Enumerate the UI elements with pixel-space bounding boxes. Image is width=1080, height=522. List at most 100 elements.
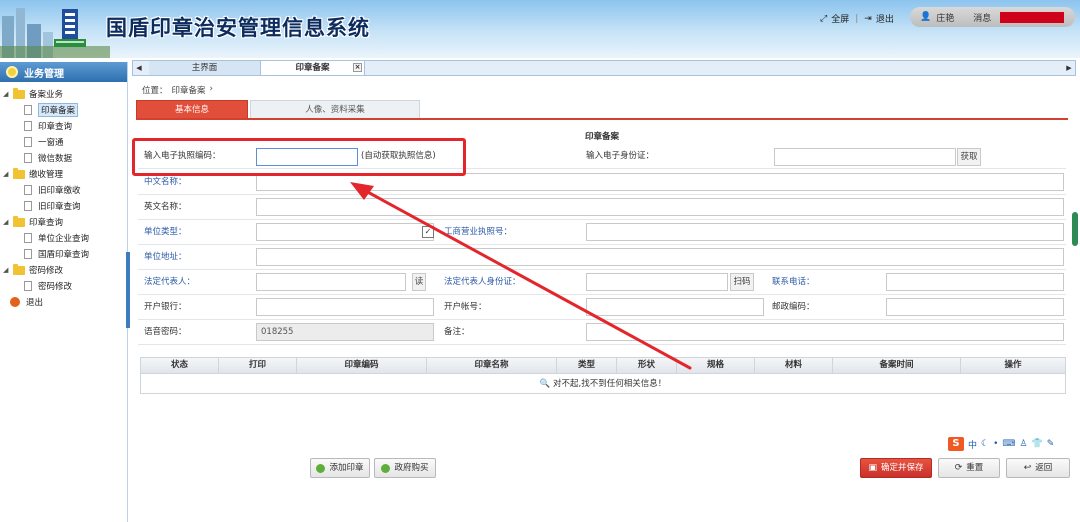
voice-password-field: 018255 [256,323,434,341]
nav-group-label: 印章查询 [29,218,64,228]
postcode-input[interactable] [886,298,1064,316]
user-icon[interactable]: ♙ [1019,439,1027,449]
nav-group-collection[interactable]: ◢ 缴收管理 [0,166,127,182]
nav-item-guodun-query[interactable]: 国盾印章查询 [0,246,127,262]
nav-item-change-password[interactable]: 密码修改 [0,278,127,294]
sogou-ime-icon[interactable]: S [948,437,964,451]
tab-scroll-right-icon[interactable]: ▶ [1063,61,1075,75]
reset-button[interactable]: ⟳ 重置 [938,458,1000,478]
nav-item-label: 一窗通 [38,138,64,148]
keyboard-icon[interactable]: ⌨ [1002,439,1015,449]
annotation-highlight-box [132,138,466,176]
search-icon: 🔍 [539,379,551,389]
grid-col-header: 状态 [141,358,219,373]
folder-icon [13,167,25,179]
form-row-bank: 开户银行： 开户帐号： 邮政编码： [138,295,1066,320]
nav-item-seal-filing[interactable]: 印章备案 [0,102,127,118]
shirt-icon[interactable]: 👕 [1031,439,1042,449]
tab-home[interactable]: 主界面 [149,61,261,75]
nav-item-seal-query[interactable]: 印章查询 [0,118,127,134]
nav-group-seal-query[interactable]: ◢ 印章查询 [0,214,127,230]
phone-input[interactable] [886,273,1064,291]
form-row-unit-type: 单位类型： ✓ 工商营业执照号： [138,220,1066,245]
nav-item-exit[interactable]: 退出 [0,294,127,310]
user-info-bar: 👤 庄艳 消息 [910,7,1075,27]
module-icon [6,66,18,78]
tab-scroll-left-icon[interactable]: ◀ [133,64,145,72]
nav-item-one-window[interactable]: 一窗通 [0,134,127,150]
page-icon [24,137,32,147]
nav-group-label: 缴收管理 [29,170,64,180]
en-name-input[interactable] [256,198,1064,216]
nav-item-old-seal-query[interactable]: 旧印章查询 [0,198,127,214]
punctuation-icon[interactable]: • [993,439,998,449]
collapse-icon[interactable]: ◢ [3,170,11,178]
nav-item-label: 密码修改 [38,282,73,292]
folder-icon [13,87,25,99]
message-count-badge[interactable] [1000,11,1065,23]
remark-input[interactable] [586,323,1064,341]
back-button[interactable]: ↩ 返回 [1006,458,1070,478]
postcode-label: 邮政编码： [772,302,815,312]
page-tab-bar: ◀ 主界面 印章备案 × ▶ [132,60,1076,76]
remark-label: 备注： [444,327,470,337]
exit-icon [10,297,20,307]
return-icon: ↩ [1023,463,1032,473]
collapse-icon[interactable]: ◢ [3,266,11,274]
plus-icon [316,463,326,473]
refresh-icon: ⟳ [954,463,963,473]
nav-item-company-query[interactable]: 单位企业查询 [0,230,127,246]
scrollbar-thumb[interactable] [1072,212,1078,246]
legal-rep-input[interactable] [256,273,406,291]
page-icon [24,105,32,115]
nav-group-filing[interactable]: ◢ 备案业务 [0,86,127,102]
logout-icon[interactable]: ⇥ [864,14,872,24]
id-card-input[interactable] [774,148,956,166]
scan-code-button[interactable]: 扫码 [730,273,754,291]
sidebar-header[interactable]: 业务管理 [0,62,127,82]
confirm-save-button[interactable]: ▣ 确定并保存 [860,458,932,478]
legal-rep-id-input[interactable] [586,273,728,291]
legal-rep-id-label: 法定代表人身份证： [444,277,521,287]
page-icon [24,153,32,163]
username[interactable]: 庄艳 [936,11,954,24]
bank-input[interactable] [256,298,434,316]
sidebar-collapse-handle[interactable] [126,252,130,328]
read-id-button[interactable]: 读 [412,273,426,291]
nav-item-label: 退出 [26,298,44,308]
tab-close-icon[interactable]: × [353,63,362,72]
ime-language[interactable]: 中 [968,438,977,451]
biz-license-input[interactable] [586,223,1064,241]
nav-item-label: 单位企业查询 [38,234,90,244]
chevron-down-icon[interactable]: ✓ [422,226,434,238]
add-seal-button[interactable]: 添加印章 [310,458,370,478]
messages-link[interactable]: 消息 [973,11,991,24]
wrench-icon[interactable]: ✎ [1047,439,1055,449]
subtab-photo-capture[interactable]: 人像、资料采集 [250,100,420,118]
collapse-icon[interactable]: ◢ [3,90,11,98]
fullscreen-link[interactable]: 全屏 [831,12,849,25]
grid-col-header: 印章编码 [297,358,427,373]
gov-purchase-button[interactable]: 政府购买 [374,458,436,478]
back-label: 返回 [1035,463,1053,473]
nav-item-wechat-data[interactable]: 微信数据 [0,150,127,166]
account-input[interactable] [586,298,764,316]
grid-empty-text: 对不起,找不到任何相关信息！ [553,379,667,389]
unit-address-input[interactable] [256,248,1064,266]
unit-type-select[interactable] [256,223,434,241]
grid-col-header: 印章名称 [427,358,557,373]
tab-seal-filing[interactable]: 印章备案 × [261,61,365,75]
fullscreen-icon[interactable]: ⤢ [820,14,827,24]
collapse-icon[interactable]: ◢ [3,218,11,226]
nav-item-old-seal-collect[interactable]: 旧印章缴收 [0,182,127,198]
confirm-save-label: 确定并保存 [881,463,924,473]
nav-group-password[interactable]: ◢ 密码修改 [0,262,127,278]
fetch-button[interactable]: 获取 [957,148,981,166]
nav-tree: ◢ 备案业务 印章备案 印章查询 一窗通 微信数据 ◢ 缴收管理 旧印章缴收 旧… [0,82,127,310]
bank-label: 开户银行： [144,302,187,312]
moon-icon[interactable]: ☾ [981,439,989,449]
nav-item-label: 印章查询 [38,122,73,132]
logout-link[interactable]: 退出 [876,12,894,25]
subtab-basic-info[interactable]: 基本信息 [136,100,248,118]
nav-item-label: 印章备案 [38,103,79,117]
